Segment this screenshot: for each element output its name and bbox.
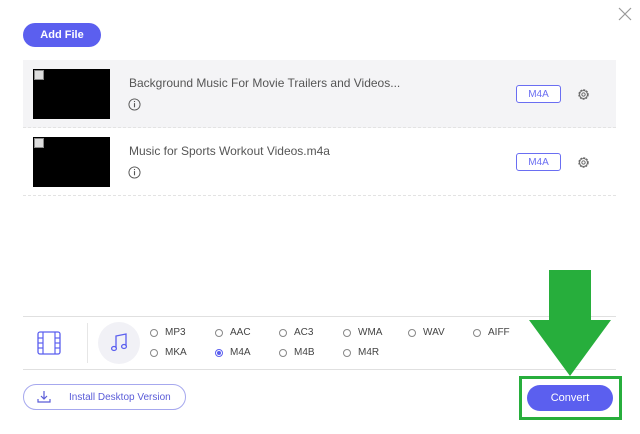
format-option-wma[interactable]: WMA [343, 327, 382, 338]
video-film-icon[interactable] [36, 330, 62, 356]
format-option-m4a[interactable]: M4A [215, 347, 251, 358]
format-label: MKA [165, 347, 187, 358]
add-file-button[interactable]: Add File [23, 23, 101, 47]
format-option-ac3[interactable]: AC3 [279, 327, 313, 338]
file-name: Background Music For Movie Trailers and … [129, 76, 401, 90]
radio-button[interactable] [279, 348, 287, 357]
radio-button[interactable] [473, 328, 481, 337]
info-icon[interactable] [128, 98, 141, 111]
format-label: M4R [358, 347, 380, 358]
radio-button[interactable] [150, 348, 158, 357]
format-option-mka[interactable]: MKA [150, 347, 187, 358]
music-note-icon [110, 333, 128, 352]
format-option-m4r[interactable]: M4R [343, 347, 379, 358]
tab-divider [87, 323, 88, 363]
format-option-aiff[interactable]: AIFF [473, 327, 510, 338]
format-label: AIFF [488, 327, 510, 338]
install-desktop-label: Install Desktop Version [69, 392, 171, 403]
convert-button[interactable]: Convert [527, 385, 613, 411]
gear-icon[interactable] [576, 155, 591, 170]
format-selector: MP3 AAC AC3 WMA WAV AIFF MKA M4A M4B M4R [23, 316, 616, 370]
install-desktop-button[interactable]: Install Desktop Version [23, 384, 186, 410]
broken-image-icon [34, 138, 44, 148]
format-label: MP3 [165, 327, 186, 338]
file-name: Music for Sports Workout Videos.m4a [129, 144, 330, 158]
download-icon [37, 391, 51, 403]
file-row[interactable]: Music for Sports Workout Videos.m4a M4A [23, 128, 616, 196]
file-thumbnail [33, 137, 110, 187]
format-label: AAC [230, 327, 251, 338]
broken-image-icon [34, 70, 44, 80]
info-icon[interactable] [128, 166, 141, 179]
radio-button[interactable] [343, 328, 351, 337]
format-option-aac[interactable]: AAC [215, 327, 251, 338]
gear-icon[interactable] [576, 87, 591, 102]
close-icon[interactable] [617, 6, 633, 22]
radio-button-selected[interactable] [215, 348, 223, 357]
format-badge[interactable]: M4A [516, 153, 561, 171]
audio-tab[interactable] [98, 322, 140, 364]
radio-button[interactable] [279, 328, 287, 337]
radio-button[interactable] [215, 328, 223, 337]
file-list: Background Music For Movie Trailers and … [23, 60, 616, 196]
format-option-m4b[interactable]: M4B [279, 347, 315, 358]
file-row[interactable]: Background Music For Movie Trailers and … [23, 60, 616, 128]
format-badge[interactable]: M4A [516, 85, 561, 103]
format-label: M4B [294, 347, 315, 358]
format-label: M4A [230, 347, 251, 358]
format-label: AC3 [294, 327, 314, 338]
file-thumbnail [33, 69, 110, 119]
format-label: WMA [358, 327, 383, 338]
radio-button[interactable] [343, 348, 351, 357]
format-option-mp3[interactable]: MP3 [150, 327, 186, 338]
format-option-wav[interactable]: WAV [408, 327, 445, 338]
radio-button[interactable] [408, 328, 416, 337]
annotation-arrow-icon [529, 270, 611, 376]
radio-button[interactable] [150, 328, 158, 337]
format-label: WAV [423, 327, 445, 338]
